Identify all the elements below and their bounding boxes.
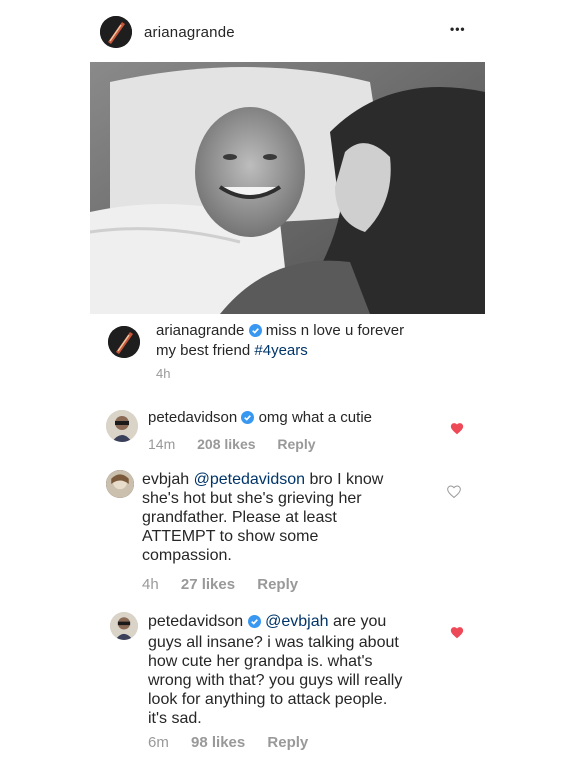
comment-meta: 6m 98 likes Reply — [148, 734, 326, 751]
comment-meta: 14m 208 likes Reply — [148, 436, 334, 452]
verified-icon — [241, 411, 255, 428]
post-photo[interactable] — [90, 62, 485, 314]
post-username[interactable]: arianagrande — [144, 24, 235, 41]
comment-mention[interactable]: @evbjah — [265, 613, 328, 630]
comment-line: are you — [332, 613, 387, 630]
comment-time: 4h — [142, 576, 159, 593]
caption-text: arianagrande miss n love u forever my be… — [156, 322, 476, 360]
comment-line: grandfather. Please at least — [142, 509, 337, 526]
comment-row: petedavidson @evbjah are you guys all in… — [90, 600, 485, 760]
comment-line: wrong with that? you guys will really — [148, 672, 403, 689]
comment-time: 14m — [148, 436, 176, 452]
comment-mention[interactable]: @petedavidson — [194, 471, 305, 488]
reply-button[interactable]: Reply — [277, 436, 315, 452]
comment-line: how cute her grandpa is. what's — [148, 653, 373, 670]
comment-line: compassion. — [142, 547, 232, 564]
verified-icon — [247, 614, 261, 633]
avatar[interactable] — [100, 16, 132, 48]
caption-time: 4h — [156, 366, 171, 381]
heart-filled-icon[interactable] — [450, 626, 464, 639]
comment-line: ATTEMPT to show some — [142, 528, 319, 545]
comment-text: petedavidson omg what a cutie — [148, 409, 372, 428]
post-header: arianagrande ••• — [90, 0, 485, 62]
caption-hashtag[interactable]: #4years — [254, 342, 307, 359]
comment-avatar[interactable] — [110, 612, 138, 640]
reply-button[interactable]: Reply — [267, 734, 308, 751]
comment-text: evbjah @petedavidson bro I know she's ho… — [142, 470, 462, 565]
caption-line2: my best friend — [156, 342, 251, 359]
comment-likes[interactable]: 98 likes — [191, 734, 245, 751]
more-options-icon[interactable]: ••• — [450, 22, 466, 36]
comment-username[interactable]: petedavidson — [148, 409, 237, 426]
comment-line: guys all insane? i was talking about — [148, 634, 399, 651]
heart-filled-icon[interactable] — [450, 422, 464, 435]
heart-outline-icon[interactable] — [446, 484, 462, 499]
post-photo-image — [90, 62, 485, 314]
comment-text: petedavidson @evbjah are you guys all in… — [148, 612, 468, 728]
comment-username[interactable]: evbjah — [142, 471, 189, 488]
comment-meta: 4h 27 likes Reply — [142, 576, 316, 593]
comment-line: it's sad. — [148, 710, 202, 727]
reply-button[interactable]: Reply — [257, 576, 298, 593]
comment-avatar[interactable] — [106, 470, 134, 498]
comment-line: she's hot but she's grieving her — [142, 490, 362, 507]
comment-username[interactable]: petedavidson — [148, 613, 243, 630]
comment-body: omg what a cutie — [258, 409, 372, 426]
verified-icon — [248, 324, 262, 342]
comment-avatar[interactable] — [106, 410, 138, 442]
comment-likes[interactable]: 208 likes — [197, 436, 255, 452]
caption-avatar[interactable] — [108, 326, 140, 358]
caption-line1: miss n love u forever — [265, 322, 405, 339]
comment-time: 6m — [148, 734, 169, 751]
comment-line: bro I know — [309, 471, 384, 488]
caption-block: arianagrande miss n love u forever my be… — [90, 314, 485, 392]
comment-row: petedavidson omg what a cutie 14m 208 li… — [90, 396, 485, 458]
comment-line: look for anything to attack people. — [148, 691, 388, 708]
comment-row: evbjah @petedavidson bro I know she's ho… — [90, 460, 485, 595]
comment-likes[interactable]: 27 likes — [181, 576, 235, 593]
caption-username[interactable]: arianagrande — [156, 322, 244, 339]
